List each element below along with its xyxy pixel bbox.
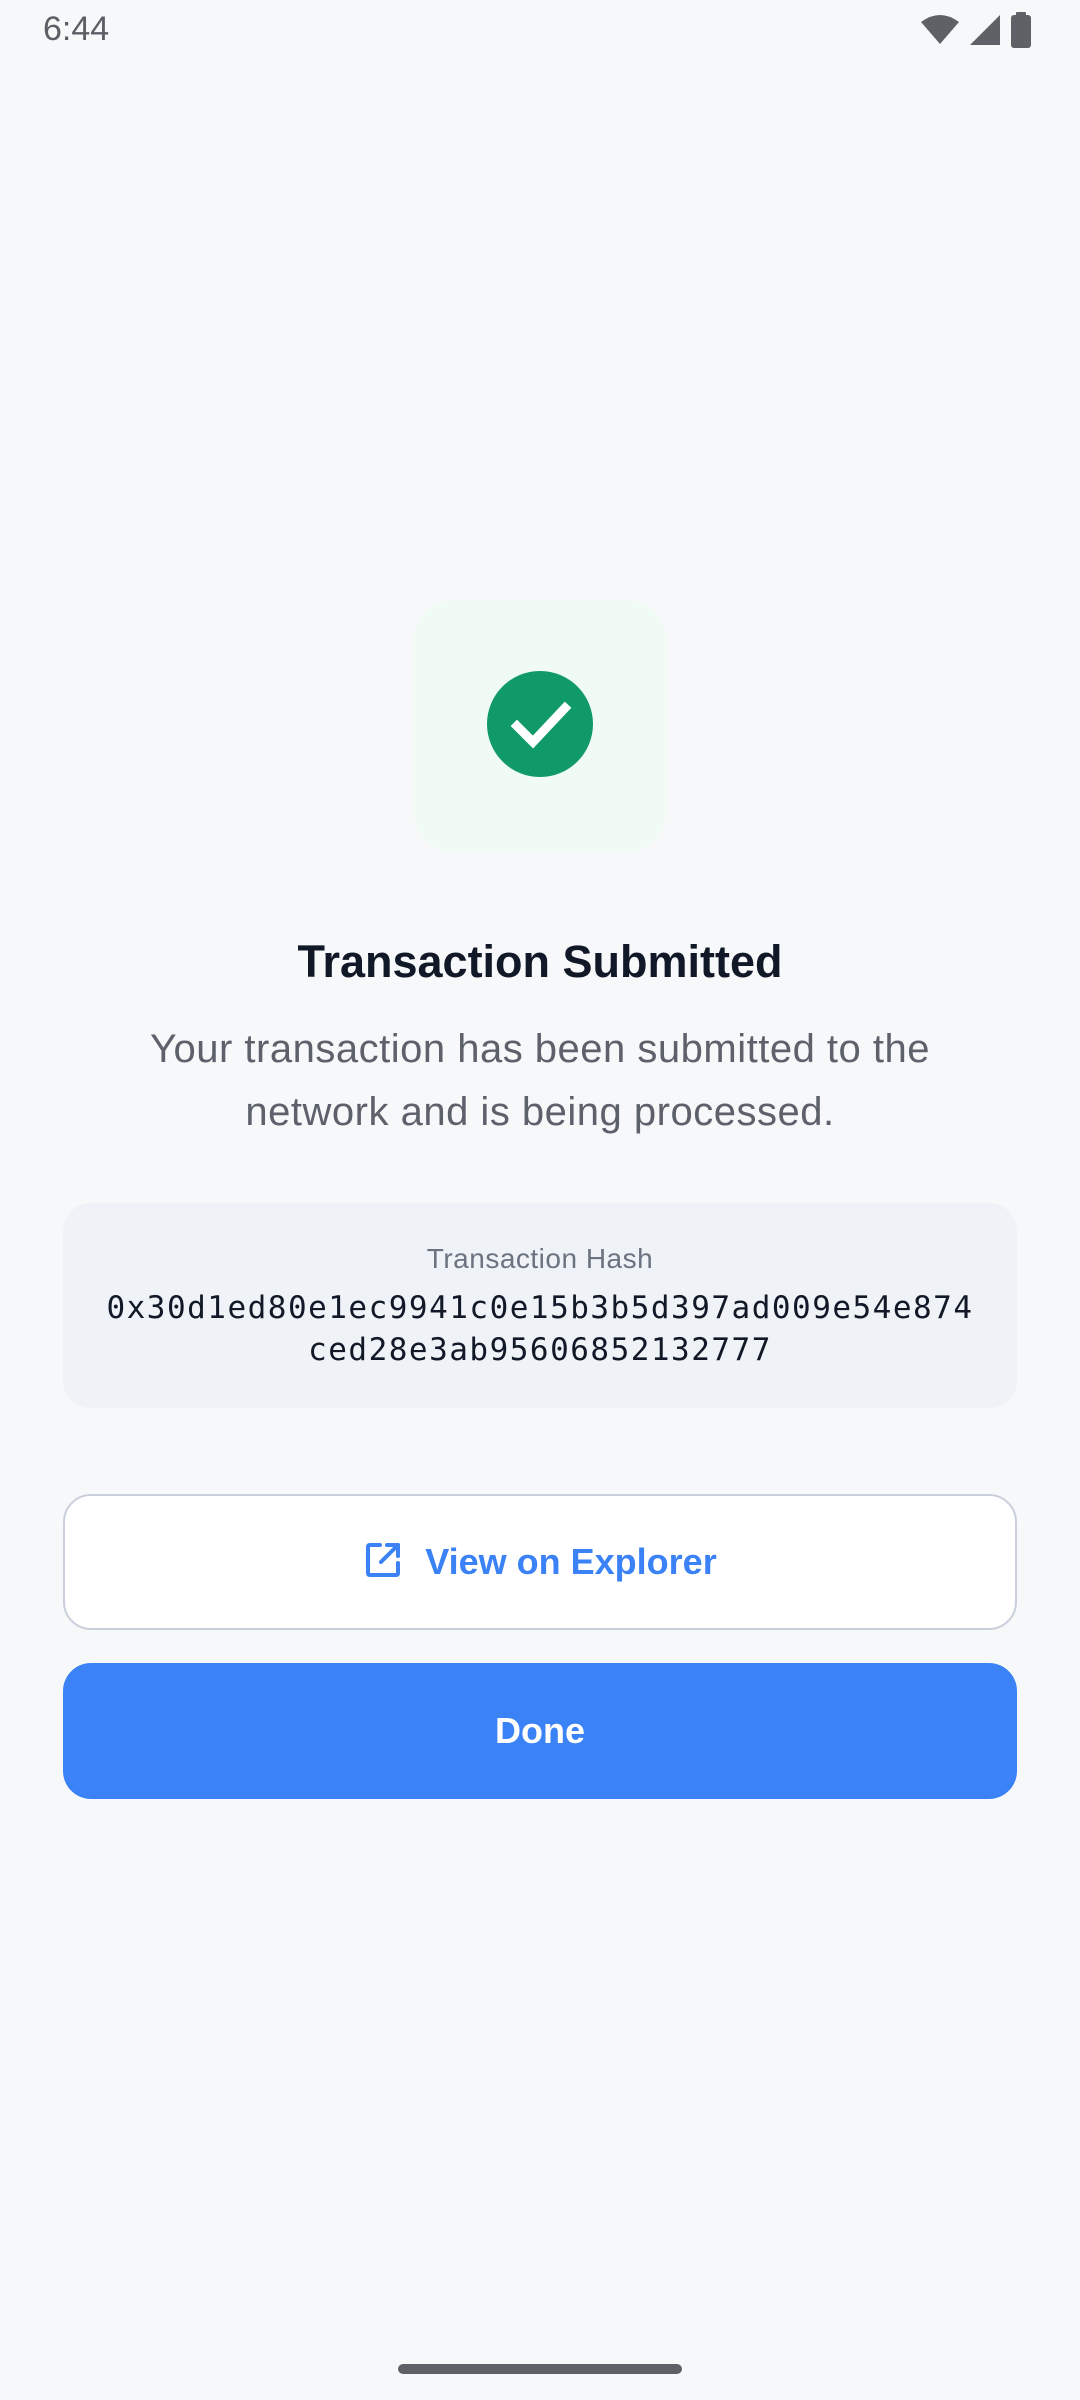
status-bar: 6:44 bbox=[0, 0, 1080, 62]
transaction-hash-label: Transaction Hash bbox=[426, 1243, 654, 1274]
cellular-signal-icon bbox=[968, 13, 1002, 47]
success-icon-tile bbox=[414, 600, 666, 852]
status-icons bbox=[920, 12, 1032, 48]
status-time: 6:44 bbox=[43, 10, 110, 48]
transaction-hash-card: Transaction Hash 0x30d1ed80e1ec9941c0e15… bbox=[63, 1203, 1017, 1408]
wifi-icon bbox=[920, 14, 960, 46]
page-subtitle: Your transaction has been submitted to t… bbox=[149, 1027, 931, 1134]
check-circle-icon bbox=[487, 670, 593, 782]
done-label: Done bbox=[495, 1710, 585, 1751]
transaction-hash-value: 0x30d1ed80e1ec9941c0e15b3b5d397ad009e54e… bbox=[106, 1290, 974, 1368]
open-in-new-icon bbox=[363, 1540, 403, 1585]
view-on-explorer-button[interactable]: View on Explorer bbox=[63, 1494, 1017, 1630]
home-indicator[interactable] bbox=[398, 2364, 682, 2374]
battery-icon bbox=[1010, 12, 1032, 48]
view-on-explorer-label: View on Explorer bbox=[425, 1541, 717, 1582]
done-button[interactable]: Done bbox=[63, 1663, 1017, 1799]
page-title: Transaction Submitted bbox=[297, 936, 783, 987]
